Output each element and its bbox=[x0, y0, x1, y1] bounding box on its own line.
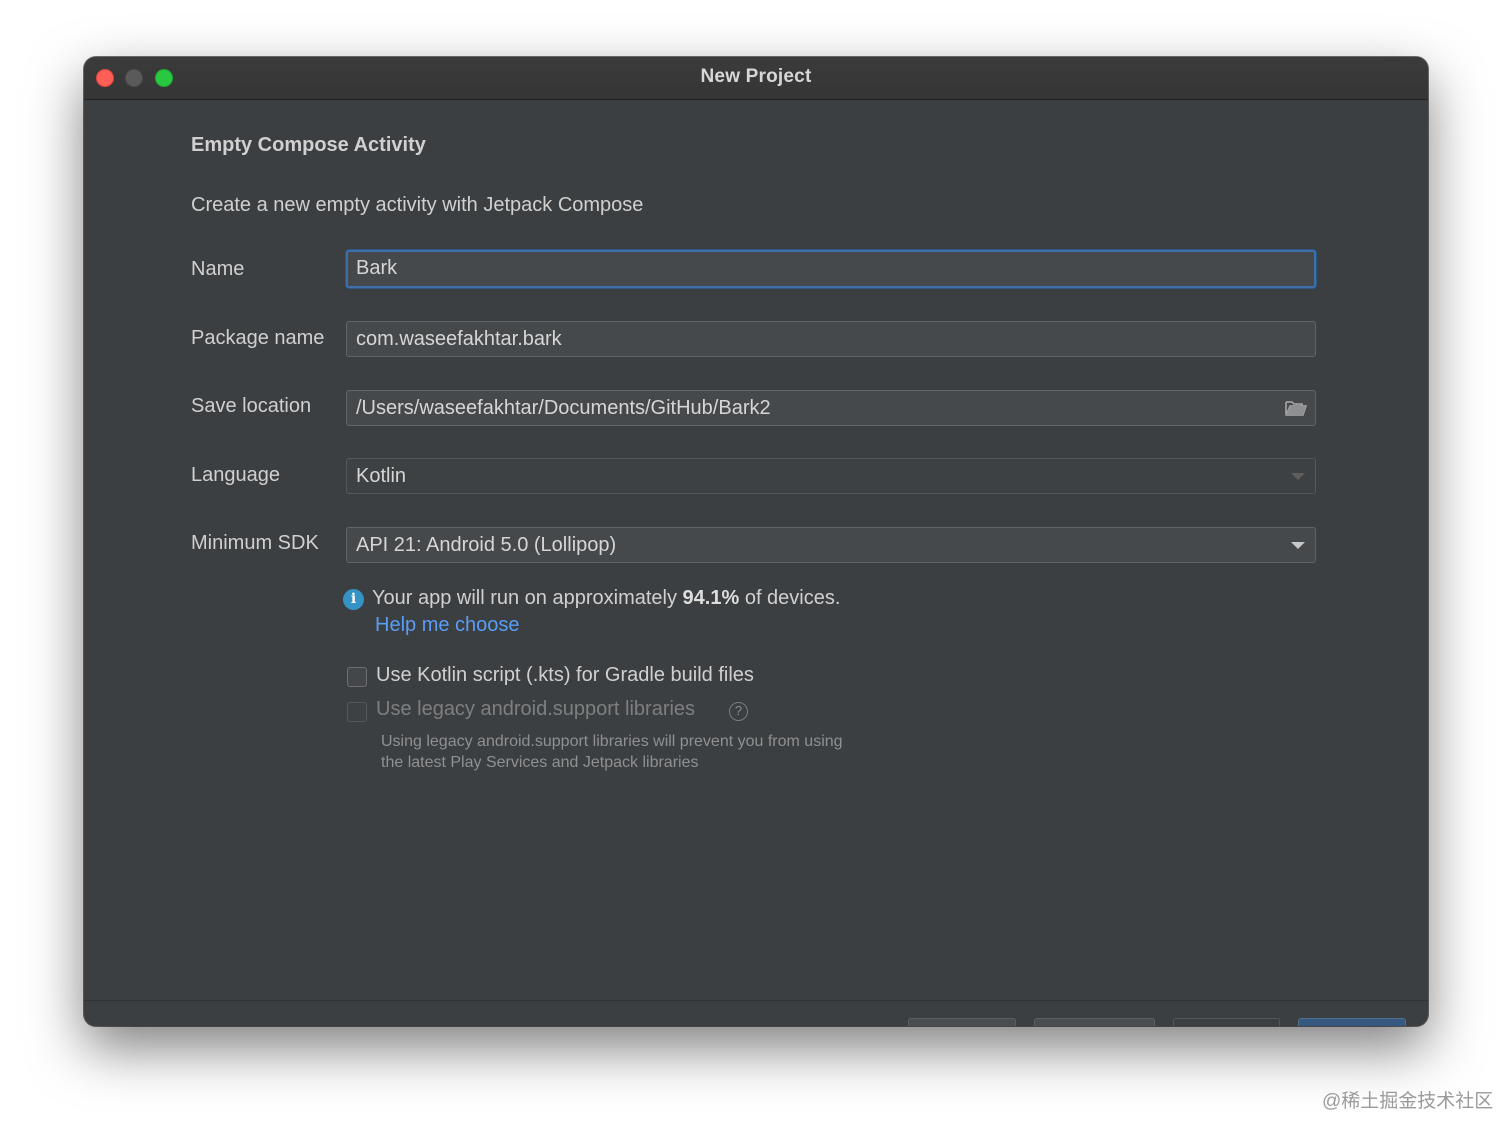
legacy-support-label[interactable]: Use legacy android.support libraries bbox=[376, 698, 695, 721]
coverage-percentage: 94.1% bbox=[682, 587, 740, 609]
save-location-value: /Users/waseefakhtar/Documents/GitHub/Bar… bbox=[356, 397, 771, 419]
coverage-text-prefix: Your app will run on approximately bbox=[372, 587, 683, 609]
help-me-choose-link[interactable]: Help me choose bbox=[375, 614, 520, 637]
chevron-down-icon bbox=[1291, 473, 1305, 480]
device-coverage-text: Your app will run on approximately 94.1%… bbox=[372, 587, 840, 610]
next-button[interactable]: Next bbox=[1173, 1018, 1280, 1026]
template-description: Create a new empty activity with Jetpack… bbox=[191, 194, 644, 216]
package-name-value: com.waseefakhtar.bark bbox=[356, 328, 562, 350]
legacy-support-checkbox[interactable] bbox=[347, 702, 367, 722]
chevron-down-icon bbox=[1291, 542, 1305, 549]
finish-button[interactable]: Finish bbox=[1298, 1018, 1406, 1026]
help-question-icon[interactable]: ? bbox=[729, 702, 748, 721]
page: New Project Empty Compose Activity Creat… bbox=[0, 0, 1512, 1138]
package-name-label: Package name bbox=[191, 327, 325, 349]
kotlin-script-label[interactable]: Use Kotlin script (.kts) for Gradle buil… bbox=[376, 664, 754, 687]
package-name-input[interactable]: com.waseefakhtar.bark bbox=[346, 321, 1316, 357]
footer-divider bbox=[84, 1000, 1428, 1001]
minimum-sdk-label: Minimum SDK bbox=[191, 532, 319, 554]
dialog-content: Empty Compose Activity Create a new empt… bbox=[84, 100, 1428, 1026]
cancel-button[interactable]: Cancel bbox=[908, 1018, 1016, 1026]
watermark: @稀土掘金技术社区 bbox=[1322, 1091, 1494, 1112]
info-icon: i bbox=[343, 589, 364, 610]
coverage-text-suffix: of devices. bbox=[739, 587, 841, 609]
language-value: Kotlin bbox=[356, 465, 407, 487]
new-project-dialog: New Project Empty Compose Activity Creat… bbox=[84, 57, 1428, 1026]
previous-button[interactable]: Previous bbox=[1034, 1018, 1155, 1026]
name-input-value: Bark bbox=[356, 257, 398, 279]
kotlin-script-checkbox[interactable] bbox=[347, 667, 367, 687]
name-input[interactable]: Bark bbox=[346, 250, 1316, 288]
template-heading: Empty Compose Activity bbox=[191, 134, 426, 156]
window-title: New Project bbox=[700, 66, 812, 87]
legacy-note-line-2: the latest Play Services and Jetpack lib… bbox=[381, 754, 699, 771]
language-dropdown[interactable]: Kotlin bbox=[346, 458, 1316, 494]
save-location-input[interactable]: /Users/waseefakhtar/Documents/GitHub/Bar… bbox=[346, 390, 1316, 426]
minimum-sdk-value: API 21: Android 5.0 (Lollipop) bbox=[356, 534, 617, 556]
folder-icon[interactable] bbox=[1285, 399, 1307, 417]
language-label: Language bbox=[191, 464, 280, 486]
name-label: Name bbox=[191, 258, 245, 280]
legacy-note-line-1: Using legacy android.support libraries w… bbox=[381, 733, 843, 750]
title-bar: New Project bbox=[84, 57, 1428, 100]
minimum-sdk-dropdown[interactable]: API 21: Android 5.0 (Lollipop) bbox=[346, 527, 1316, 563]
save-location-label: Save location bbox=[191, 395, 312, 417]
